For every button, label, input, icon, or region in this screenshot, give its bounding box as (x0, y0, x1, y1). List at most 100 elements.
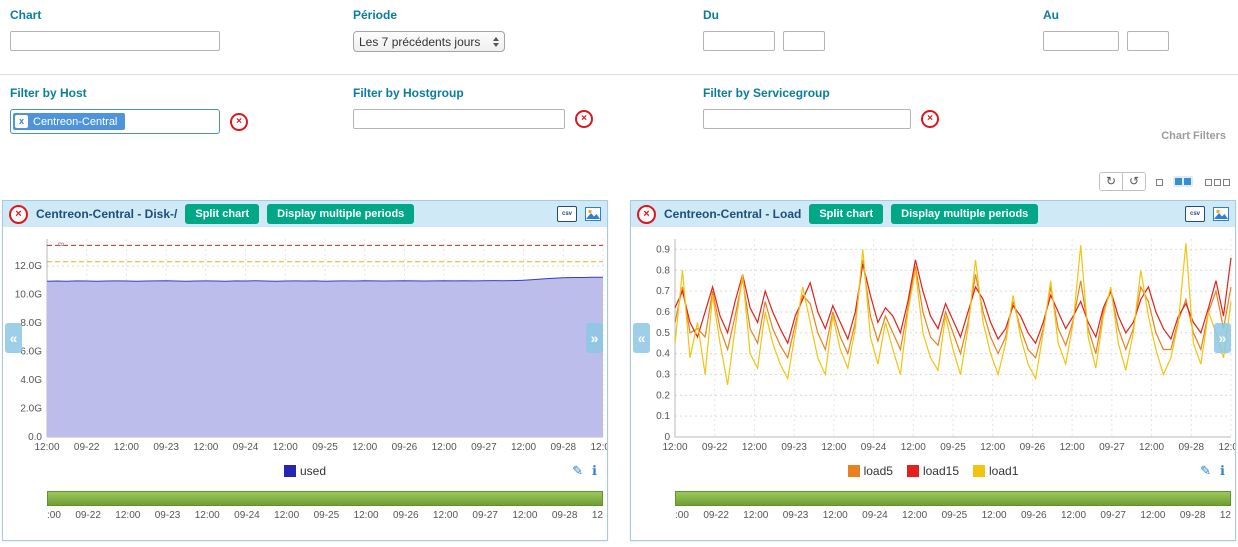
svg-text:09-27: 09-27 (471, 442, 497, 453)
du-date-input[interactable] (703, 31, 775, 51)
svg-text:12:00: 12:00 (352, 442, 377, 453)
chart-filter-field: Chart (10, 8, 220, 51)
load-chart-plot[interactable]: 12:0009-2212:0009-2312:0009-2412:0009-25… (631, 231, 1235, 459)
svg-text:09-25: 09-25 (940, 442, 966, 453)
export-image-icon[interactable] (585, 207, 601, 221)
svg-text:12:00: 12:00 (511, 442, 536, 453)
svg-text:09-22: 09-22 (702, 442, 728, 453)
clear-hostgroup-filter-icon[interactable]: × (575, 110, 593, 128)
svg-text:0.8: 0.8 (656, 265, 670, 276)
disk-chart-plot[interactable]: 12:0009-2212:0009-2312:0009-2412:0009-25… (3, 231, 607, 459)
svg-text:12:00: 12:00 (1139, 442, 1164, 453)
layout-one-column-icon[interactable] (1156, 175, 1163, 189)
svg-text:09-26: 09-26 (1020, 442, 1046, 453)
close-chart-icon[interactable]: × (637, 205, 656, 224)
timeline-tick: 12 (1220, 510, 1231, 521)
scroll-right-button[interactable]: » (1214, 323, 1231, 353)
au-time-input[interactable] (1127, 31, 1169, 51)
timeline-tick: 09-25 (942, 510, 968, 521)
svg-text:4.0G: 4.0G (20, 375, 42, 386)
display-periods-button[interactable]: Display multiple periods (267, 204, 414, 224)
section-title: Chart Filters (1161, 130, 1226, 142)
legend-label: load5 (864, 464, 893, 478)
legend-item[interactable]: load1 (973, 464, 1018, 478)
edit-icon[interactable]: ✎ (1200, 463, 1211, 479)
svg-text:12:00: 12:00 (1218, 442, 1235, 453)
servicegroup-filter-label: Filter by Servicegroup (703, 86, 939, 100)
panel-header: × Centreon-Central - Disk-/ Split chart … (3, 201, 607, 227)
split-chart-button[interactable]: Split chart (185, 204, 259, 224)
au-field: Au (1043, 8, 1169, 51)
au-label: Au (1043, 8, 1169, 22)
timeline-bar[interactable] (47, 491, 603, 506)
legend-item[interactable]: load5 (848, 464, 893, 478)
au-date-input[interactable] (1043, 31, 1119, 51)
timeline-tick: 12:00 (982, 510, 1007, 521)
host-filter-input[interactable]: x Centreon-Central (10, 109, 220, 134)
timeline-tick: 12:00 (512, 510, 537, 521)
svg-text:09-27: 09-27 (1099, 442, 1125, 453)
chart-panel-load: × Centreon-Central - Load Split chart Di… (630, 200, 1236, 541)
split-chart-button[interactable]: Split chart (809, 204, 883, 224)
refresh-group: ↻ ↺ (1099, 172, 1146, 191)
svg-text:0.0: 0.0 (28, 432, 42, 443)
host-filter-label: Filter by Host (10, 86, 248, 100)
close-chart-icon[interactable]: × (9, 205, 28, 224)
legend-item[interactable]: load15 (907, 464, 959, 478)
layout-three-columns-icon[interactable] (1203, 175, 1230, 189)
periode-label: Période (353, 8, 505, 22)
chart-tools: ✎ ℹ (1200, 463, 1225, 479)
clear-host-filter-icon[interactable]: × (230, 113, 248, 131)
edit-icon[interactable]: ✎ (572, 463, 583, 479)
periode-select[interactable]: Les 7 précédents jours (353, 31, 505, 52)
select-arrows-icon (493, 37, 499, 47)
chart-filter-input[interactable] (10, 31, 220, 51)
timeline-tick: 09-25 (314, 510, 340, 521)
info-icon[interactable]: ℹ (592, 463, 597, 479)
timeline-tick: 09-23 (783, 510, 809, 521)
chart-filter-label: Chart (10, 8, 220, 22)
timeline-tick: 09-26 (393, 510, 419, 521)
export-csv-icon[interactable]: csv (1185, 206, 1205, 222)
timeline-tick: :00 (675, 510, 689, 521)
refresh-icon[interactable]: ↻ (1100, 173, 1122, 190)
svg-text:12:00: 12:00 (590, 442, 607, 453)
layout-two-columns-icon[interactable] (1173, 176, 1193, 187)
du-time-input[interactable] (783, 31, 825, 51)
clear-servicegroup-filter-icon[interactable]: × (921, 110, 939, 128)
legend-label: used (300, 464, 326, 478)
legend-label: load1 (989, 464, 1018, 478)
timeline-tick: 09-24 (234, 510, 260, 521)
svg-text:12:00: 12:00 (432, 442, 457, 453)
timeline-tick: 12:00 (115, 510, 140, 521)
svg-text:12:00: 12:00 (821, 442, 846, 453)
load-chart-svg: 12:0009-2212:0009-2312:0009-2412:0009-25… (631, 231, 1235, 459)
svg-text:09-24: 09-24 (233, 442, 259, 453)
timeline-tick: 09-23 (155, 510, 181, 521)
scroll-right-button[interactable]: » (586, 323, 603, 353)
export-image-icon[interactable] (1213, 207, 1229, 221)
timeline-bar[interactable] (675, 491, 1231, 506)
display-periods-button[interactable]: Display multiple periods (891, 204, 1038, 224)
timeline-tick: 09-26 (1021, 510, 1047, 521)
legend-row: used ✎ ℹ (3, 461, 607, 481)
svg-text:12:00: 12:00 (980, 442, 1005, 453)
svg-text:12:00: 12:00 (273, 442, 298, 453)
auto-refresh-icon[interactable]: ↺ (1122, 173, 1145, 190)
export-csv-icon[interactable]: csv (557, 206, 577, 222)
scroll-left-button[interactable]: « (633, 323, 650, 353)
filters-divider (0, 74, 1238, 75)
info-icon[interactable]: ℹ (1220, 463, 1225, 479)
timeline-tick: 12:00 (823, 510, 848, 521)
servicegroup-filter-input[interactable] (703, 109, 911, 129)
legend-swatch-icon (284, 465, 296, 477)
legend-item[interactable]: used (284, 464, 326, 478)
timeline-tick: :00 (47, 510, 61, 521)
svg-text:12:00: 12:00 (34, 442, 59, 453)
svg-text:0.5: 0.5 (656, 328, 670, 339)
svg-text:09-28: 09-28 (550, 442, 576, 453)
hostgroup-filter-input[interactable] (353, 109, 565, 129)
scroll-left-button[interactable]: « (5, 323, 22, 353)
chip-remove-icon[interactable]: x (15, 115, 28, 128)
svg-text:0.1: 0.1 (656, 411, 670, 422)
